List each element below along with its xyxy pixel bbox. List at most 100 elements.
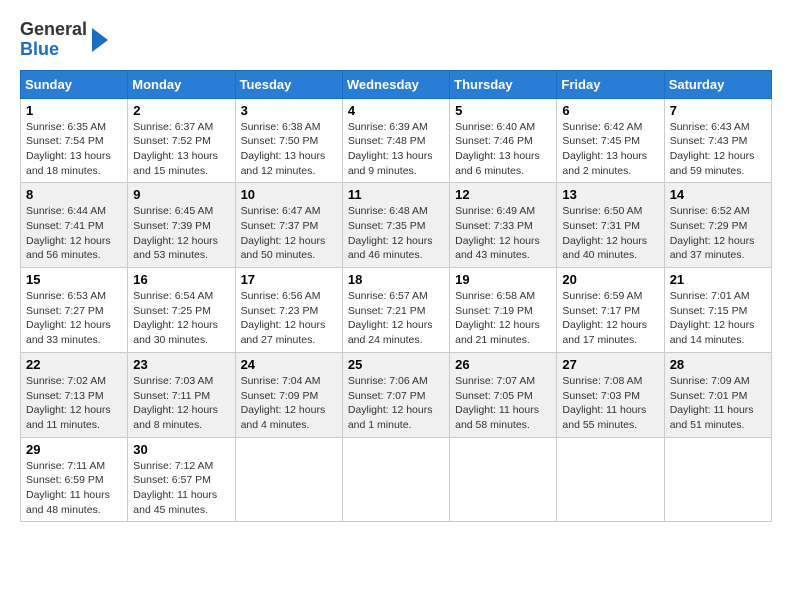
day-number: 25 bbox=[348, 357, 444, 372]
weekday-header-sunday: Sunday bbox=[21, 70, 128, 98]
calendar-week-4: 22 Sunrise: 7:02 AM Sunset: 7:13 PM Dayli… bbox=[21, 352, 772, 437]
day-number: 9 bbox=[133, 187, 229, 202]
calendar-day-8: 8 Sunrise: 6:44 AM Sunset: 7:41 PM Daylig… bbox=[21, 183, 128, 268]
day-info: Sunrise: 6:48 AM Sunset: 7:35 PM Dayligh… bbox=[348, 204, 444, 263]
day-info: Sunrise: 6:53 AM Sunset: 7:27 PM Dayligh… bbox=[26, 289, 122, 348]
calendar-day-15: 15 Sunrise: 6:53 AM Sunset: 7:27 PM Dayli… bbox=[21, 268, 128, 353]
day-number: 4 bbox=[348, 103, 444, 118]
day-info: Sunrise: 6:59 AM Sunset: 7:17 PM Dayligh… bbox=[562, 289, 658, 348]
day-info: Sunrise: 7:11 AM Sunset: 6:59 PM Dayligh… bbox=[26, 459, 122, 518]
empty-cell bbox=[342, 437, 449, 522]
calendar-day-23: 23 Sunrise: 7:03 AM Sunset: 7:11 PM Dayli… bbox=[128, 352, 235, 437]
day-info: Sunrise: 6:57 AM Sunset: 7:21 PM Dayligh… bbox=[348, 289, 444, 348]
day-info: Sunrise: 7:07 AM Sunset: 7:05 PM Dayligh… bbox=[455, 374, 551, 433]
day-number: 12 bbox=[455, 187, 551, 202]
day-info: Sunrise: 6:50 AM Sunset: 7:31 PM Dayligh… bbox=[562, 204, 658, 263]
day-info: Sunrise: 6:44 AM Sunset: 7:41 PM Dayligh… bbox=[26, 204, 122, 263]
calendar-day-30: 30Sunrise: 7:12 AM Sunset: 6:57 PM Dayli… bbox=[128, 437, 235, 522]
calendar-week-5: 29Sunrise: 7:11 AM Sunset: 6:59 PM Dayli… bbox=[21, 437, 772, 522]
day-number: 15 bbox=[26, 272, 122, 287]
day-number: 17 bbox=[241, 272, 337, 287]
calendar-day-24: 24 Sunrise: 7:04 AM Sunset: 7:09 PM Dayli… bbox=[235, 352, 342, 437]
calendar-day-1: 1Sunrise: 6:35 AM Sunset: 7:54 PM Daylig… bbox=[21, 98, 128, 183]
day-info: Sunrise: 6:58 AM Sunset: 7:19 PM Dayligh… bbox=[455, 289, 551, 348]
weekday-header-thursday: Thursday bbox=[450, 70, 557, 98]
day-number: 27 bbox=[562, 357, 658, 372]
day-number: 6 bbox=[562, 103, 658, 118]
day-number: 11 bbox=[348, 187, 444, 202]
day-number: 26 bbox=[455, 357, 551, 372]
calendar-day-9: 9 Sunrise: 6:45 AM Sunset: 7:39 PM Daylig… bbox=[128, 183, 235, 268]
day-number: 24 bbox=[241, 357, 337, 372]
day-info: Sunrise: 7:03 AM Sunset: 7:11 PM Dayligh… bbox=[133, 374, 229, 433]
day-number: 23 bbox=[133, 357, 229, 372]
day-number: 16 bbox=[133, 272, 229, 287]
day-info: Sunrise: 7:02 AM Sunset: 7:13 PM Dayligh… bbox=[26, 374, 122, 433]
calendar-header-row: SundayMondayTuesdayWednesdayThursdayFrid… bbox=[21, 70, 772, 98]
calendar-day-17: 17 Sunrise: 6:56 AM Sunset: 7:23 PM Dayli… bbox=[235, 268, 342, 353]
calendar-day-4: 4 Sunrise: 6:39 AM Sunset: 7:48 PM Daylig… bbox=[342, 98, 449, 183]
empty-cell bbox=[450, 437, 557, 522]
logo-text: General Blue bbox=[20, 20, 108, 60]
calendar-day-14: 14Sunrise: 6:52 AM Sunset: 7:29 PM Dayli… bbox=[664, 183, 771, 268]
day-number: 18 bbox=[348, 272, 444, 287]
calendar-day-25: 25 Sunrise: 7:06 AM Sunset: 7:07 PM Dayli… bbox=[342, 352, 449, 437]
calendar-day-11: 11 Sunrise: 6:48 AM Sunset: 7:35 PM Dayli… bbox=[342, 183, 449, 268]
calendar-day-21: 21Sunrise: 7:01 AM Sunset: 7:15 PM Dayli… bbox=[664, 268, 771, 353]
calendar-day-2: 2 Sunrise: 6:37 AM Sunset: 7:52 PM Daylig… bbox=[128, 98, 235, 183]
day-number: 28 bbox=[670, 357, 766, 372]
logo-line1: General bbox=[20, 20, 87, 40]
logo-arrow-icon bbox=[92, 28, 108, 52]
calendar-day-27: 27Sunrise: 7:08 AM Sunset: 7:03 PM Dayli… bbox=[557, 352, 664, 437]
calendar-week-1: 1Sunrise: 6:35 AM Sunset: 7:54 PM Daylig… bbox=[21, 98, 772, 183]
logo-line2: Blue bbox=[20, 40, 87, 60]
calendar-day-20: 20 Sunrise: 6:59 AM Sunset: 7:17 PM Dayli… bbox=[557, 268, 664, 353]
day-info: Sunrise: 6:37 AM Sunset: 7:52 PM Dayligh… bbox=[133, 120, 229, 179]
calendar-day-6: 6Sunrise: 6:42 AM Sunset: 7:45 PM Daylig… bbox=[557, 98, 664, 183]
day-info: Sunrise: 6:49 AM Sunset: 7:33 PM Dayligh… bbox=[455, 204, 551, 263]
calendar-day-3: 3 Sunrise: 6:38 AM Sunset: 7:50 PM Daylig… bbox=[235, 98, 342, 183]
weekday-header-monday: Monday bbox=[128, 70, 235, 98]
day-number: 2 bbox=[133, 103, 229, 118]
calendar-day-10: 10 Sunrise: 6:47 AM Sunset: 7:37 PM Dayli… bbox=[235, 183, 342, 268]
calendar-week-3: 15 Sunrise: 6:53 AM Sunset: 7:27 PM Dayli… bbox=[21, 268, 772, 353]
day-number: 5 bbox=[455, 103, 551, 118]
day-number: 20 bbox=[562, 272, 658, 287]
day-number: 19 bbox=[455, 272, 551, 287]
weekday-header-friday: Friday bbox=[557, 70, 664, 98]
day-number: 22 bbox=[26, 357, 122, 372]
weekday-header-saturday: Saturday bbox=[664, 70, 771, 98]
calendar-table: SundayMondayTuesdayWednesdayThursdayFrid… bbox=[20, 70, 772, 523]
calendar-day-22: 22 Sunrise: 7:02 AM Sunset: 7:13 PM Dayli… bbox=[21, 352, 128, 437]
day-number: 8 bbox=[26, 187, 122, 202]
day-info: Sunrise: 6:47 AM Sunset: 7:37 PM Dayligh… bbox=[241, 204, 337, 263]
day-number: 21 bbox=[670, 272, 766, 287]
day-number: 13 bbox=[562, 187, 658, 202]
day-info: Sunrise: 6:54 AM Sunset: 7:25 PM Dayligh… bbox=[133, 289, 229, 348]
empty-cell bbox=[664, 437, 771, 522]
day-number: 3 bbox=[241, 103, 337, 118]
day-info: Sunrise: 6:39 AM Sunset: 7:48 PM Dayligh… bbox=[348, 120, 444, 179]
day-info: Sunrise: 7:06 AM Sunset: 7:07 PM Dayligh… bbox=[348, 374, 444, 433]
day-info: Sunrise: 7:09 AM Sunset: 7:01 PM Dayligh… bbox=[670, 374, 766, 433]
calendar-day-5: 5Sunrise: 6:40 AM Sunset: 7:46 PM Daylig… bbox=[450, 98, 557, 183]
calendar-day-7: 7 Sunrise: 6:43 AM Sunset: 7:43 PM Daylig… bbox=[664, 98, 771, 183]
calendar-day-19: 19 Sunrise: 6:58 AM Sunset: 7:19 PM Dayli… bbox=[450, 268, 557, 353]
calendar-week-2: 8 Sunrise: 6:44 AM Sunset: 7:41 PM Daylig… bbox=[21, 183, 772, 268]
day-info: Sunrise: 6:38 AM Sunset: 7:50 PM Dayligh… bbox=[241, 120, 337, 179]
calendar-day-18: 18 Sunrise: 6:57 AM Sunset: 7:21 PM Dayli… bbox=[342, 268, 449, 353]
calendar-day-29: 29Sunrise: 7:11 AM Sunset: 6:59 PM Dayli… bbox=[21, 437, 128, 522]
day-info: Sunrise: 6:43 AM Sunset: 7:43 PM Dayligh… bbox=[670, 120, 766, 179]
day-info: Sunrise: 6:45 AM Sunset: 7:39 PM Dayligh… bbox=[133, 204, 229, 263]
day-info: Sunrise: 7:12 AM Sunset: 6:57 PM Dayligh… bbox=[133, 459, 229, 518]
logo: General Blue bbox=[20, 20, 108, 60]
day-info: Sunrise: 7:04 AM Sunset: 7:09 PM Dayligh… bbox=[241, 374, 337, 433]
calendar-day-12: 12 Sunrise: 6:49 AM Sunset: 7:33 PM Dayli… bbox=[450, 183, 557, 268]
page-header: General Blue bbox=[20, 20, 772, 60]
day-number: 10 bbox=[241, 187, 337, 202]
day-info: Sunrise: 6:56 AM Sunset: 7:23 PM Dayligh… bbox=[241, 289, 337, 348]
day-info: Sunrise: 6:35 AM Sunset: 7:54 PM Dayligh… bbox=[26, 120, 122, 179]
empty-cell bbox=[235, 437, 342, 522]
calendar-day-28: 28 Sunrise: 7:09 AM Sunset: 7:01 PM Dayli… bbox=[664, 352, 771, 437]
day-number: 7 bbox=[670, 103, 766, 118]
